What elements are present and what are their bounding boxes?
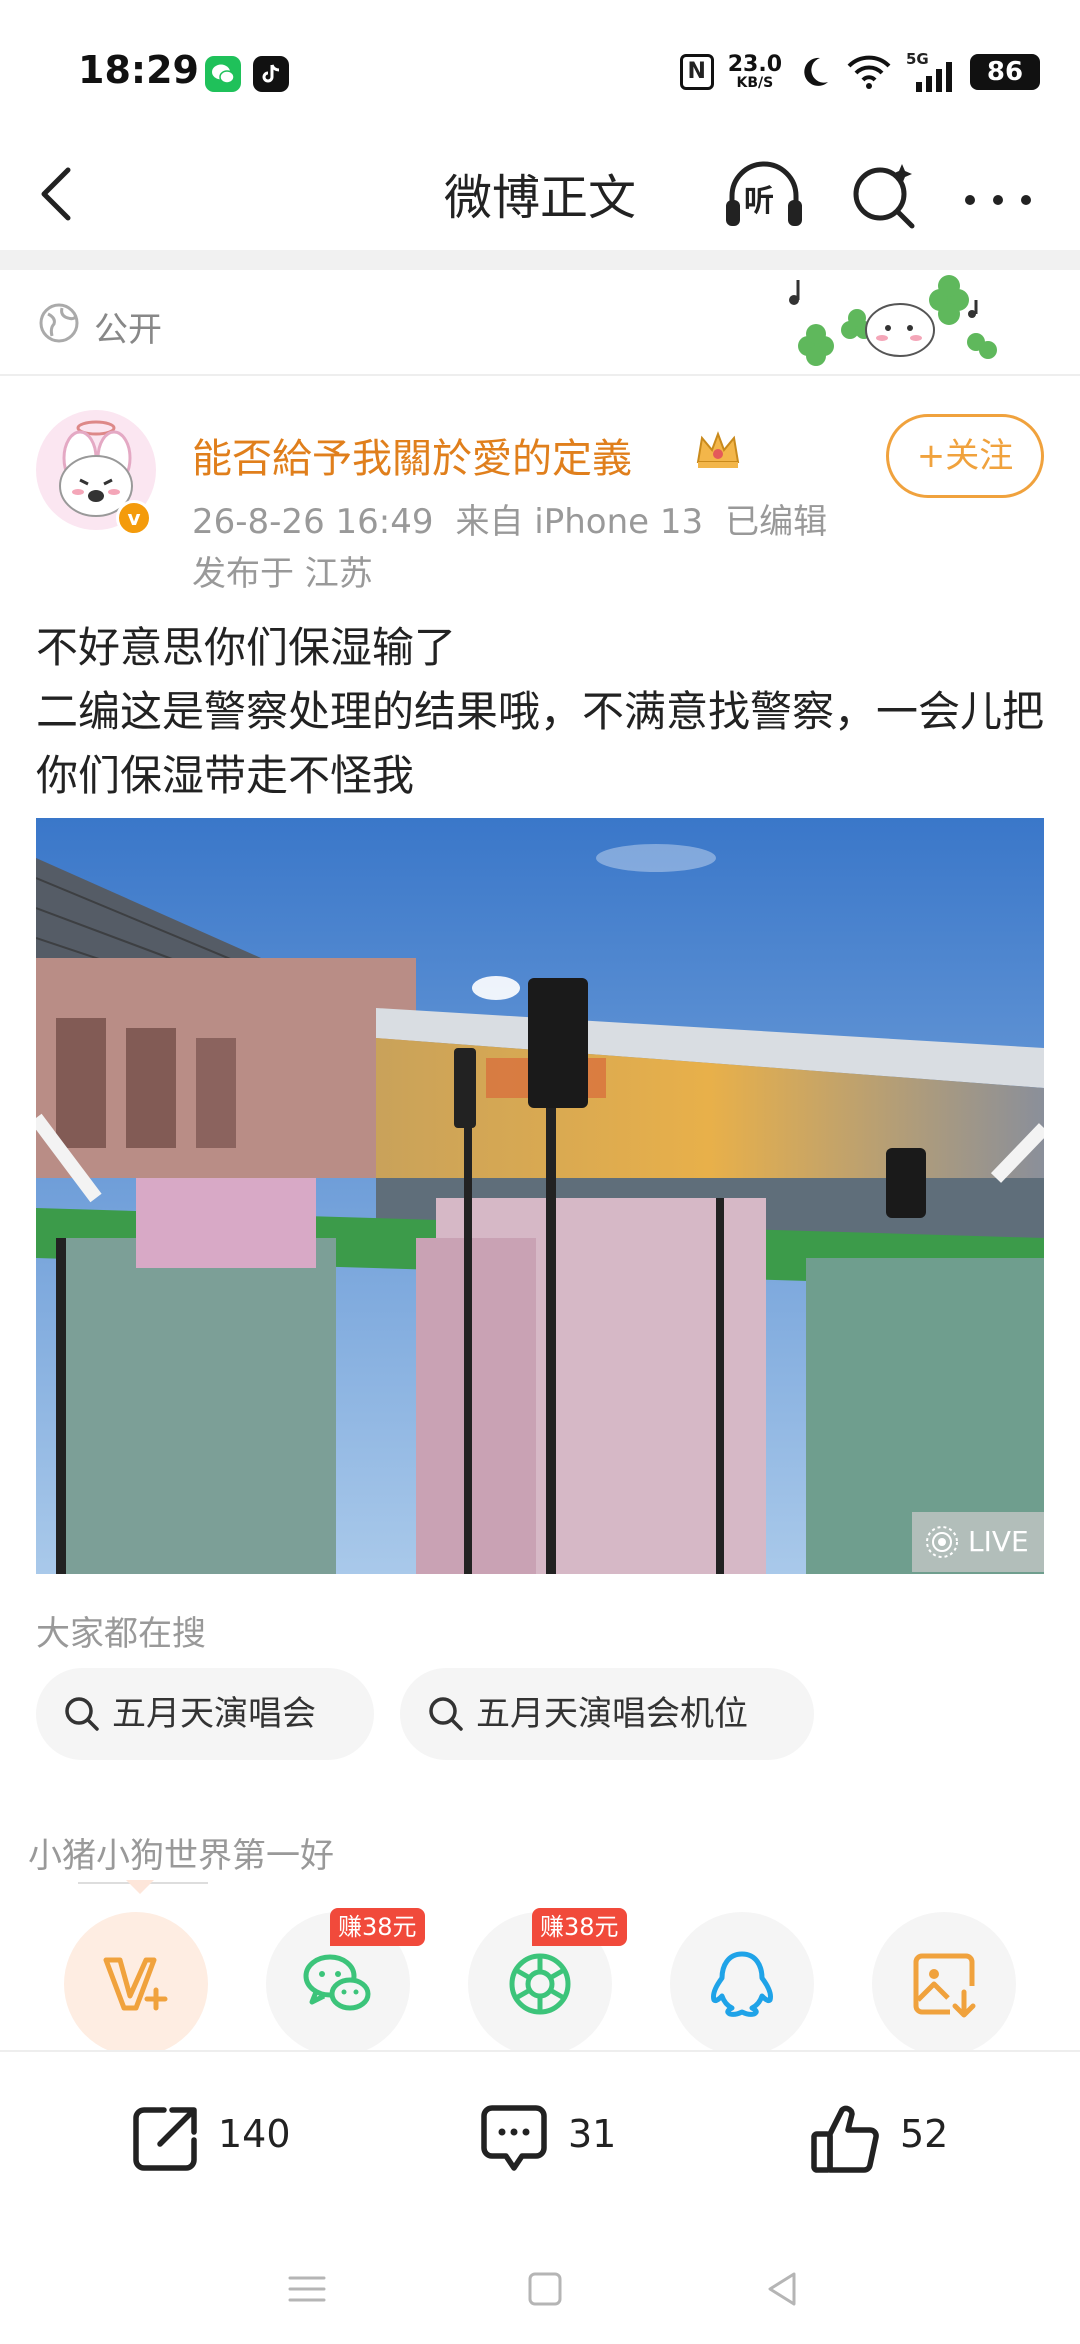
share-save-image-button[interactable] (872, 1912, 1016, 2056)
section-divider (0, 250, 1080, 270)
search-icon (65, 1697, 99, 1731)
status-time: 18:29 (78, 48, 199, 92)
suggestion-label: 五月天演唱会机位 (476, 1694, 748, 1734)
post-action-bar: 140 31 52 (0, 2050, 1080, 2216)
search-icon (853, 164, 915, 229)
qq-icon (711, 1951, 773, 2017)
share-pointer (126, 1880, 154, 1894)
post-date: 26-8-26 16:49 (192, 502, 434, 542)
follow-button[interactable]: +关注 (886, 414, 1044, 498)
stadium-photo-image (36, 818, 1044, 1574)
post-photo[interactable] (36, 818, 1044, 1574)
clover-sticker-icon (789, 275, 997, 366)
search-suggestions-title: 大家都在搜 (36, 1614, 206, 1654)
comment-count: 31 (568, 2112, 617, 2156)
speed-unit: KB/S (736, 75, 774, 91)
wechat-icon (303, 1954, 371, 2011)
more-button[interactable] (958, 156, 1038, 236)
crown-badge-icon (696, 431, 740, 468)
suggestion-chip[interactable]: 五月天演唱会 (36, 1668, 374, 1760)
system-navigation-bar (0, 2216, 1080, 2344)
like-count: 52 (900, 2112, 949, 2156)
moments-icon (509, 1953, 571, 2015)
earn-reward-tag: 赚38元 (532, 1908, 627, 1946)
search-button[interactable] (844, 156, 924, 236)
share-weibo-vplus-button[interactable] (64, 1912, 208, 2056)
home-square-icon (528, 2272, 562, 2306)
comment-button[interactable]: 31 (474, 2098, 674, 2178)
listen-label: 听 (744, 184, 774, 219)
verified-badge: v (116, 500, 152, 536)
more-dots-icon (965, 195, 1031, 205)
status-bar: 18:29 N 23.0 KB/S 5G 86 (0, 0, 1080, 140)
author-name[interactable]: 能否給予我關於愛的定義 (192, 426, 632, 484)
save-image-icon (913, 1953, 976, 2018)
back-triangle-icon (768, 2272, 796, 2306)
post-content: 不好意思你们保湿输了 二编这是警察处理的结果哦，不满意找警察，一会儿把你们保湿带… (36, 616, 1046, 808)
post-line-2: 二编这是警察处理的结果哦，不满意找警察，一会儿把你们保湿带走不怪我 (36, 687, 1045, 800)
comment-icon (481, 2105, 547, 2171)
suggestion-chip[interactable]: 五月天演唱会机位 (400, 1668, 814, 1760)
thumbs-up-icon (811, 2105, 879, 2173)
search-icon (429, 1697, 463, 1731)
status-right: N 23.0 KB/S 5G 86 (679, 50, 1040, 94)
post-line-1: 不好意思你们保湿输了 (36, 623, 457, 672)
live-photo-badge[interactable]: LIVE (912, 1512, 1044, 1572)
repost-icon (133, 2107, 197, 2171)
system-back-button[interactable] (758, 2264, 808, 2314)
post-edited[interactable]: 已编辑 (725, 502, 827, 542)
back-button[interactable] (30, 158, 90, 228)
earn-reward-tag: 赚38元 (330, 1908, 425, 1946)
post-source: 来自 iPhone 13 (455, 502, 704, 542)
speed-value: 23.0 (727, 52, 782, 77)
visibility-label: 公开 (94, 310, 162, 350)
live-label: LIVE (968, 1525, 1029, 1558)
recent-apps-button[interactable] (282, 2264, 332, 2314)
suggestion-label: 五月天演唱会 (112, 1694, 316, 1734)
page-title: 微博正文 (443, 170, 636, 226)
menu-lines-icon (288, 2276, 326, 2302)
tiktok-notification-icon (253, 56, 289, 92)
cellular-signal-icon: 5G (906, 50, 956, 92)
network-speed: 23.0 KB/S (727, 52, 782, 91)
weibo-vplus-icon (103, 1957, 168, 2011)
battery-indicator: 86 (970, 54, 1040, 90)
repost-count: 140 (218, 2112, 291, 2156)
nfc-icon: N (679, 54, 714, 90)
like-button[interactable]: 52 (806, 2098, 1006, 2178)
repost-button[interactable]: 140 (124, 2098, 324, 2178)
globe-icon (39, 303, 79, 343)
visibility-row: 公开 (0, 270, 1080, 376)
wechat-notification-icon (205, 56, 241, 92)
moon-icon (804, 57, 828, 86)
listen-button[interactable]: 听 (722, 156, 806, 236)
post-meta: 26-8-26 16:49 来自 iPhone 13 已编辑 (192, 494, 849, 543)
post-location: 发布于 江苏 (192, 554, 373, 594)
share-qq-button[interactable] (670, 1912, 814, 2056)
home-button[interactable] (520, 2264, 570, 2314)
live-photo-icon (926, 1526, 958, 1558)
wifi-icon (847, 55, 891, 89)
nav-bar: 微博正文 听 (0, 140, 1080, 250)
back-arrow-icon (41, 167, 71, 221)
share-section-title: 小猪小狗世界第一好 (28, 1836, 334, 1876)
